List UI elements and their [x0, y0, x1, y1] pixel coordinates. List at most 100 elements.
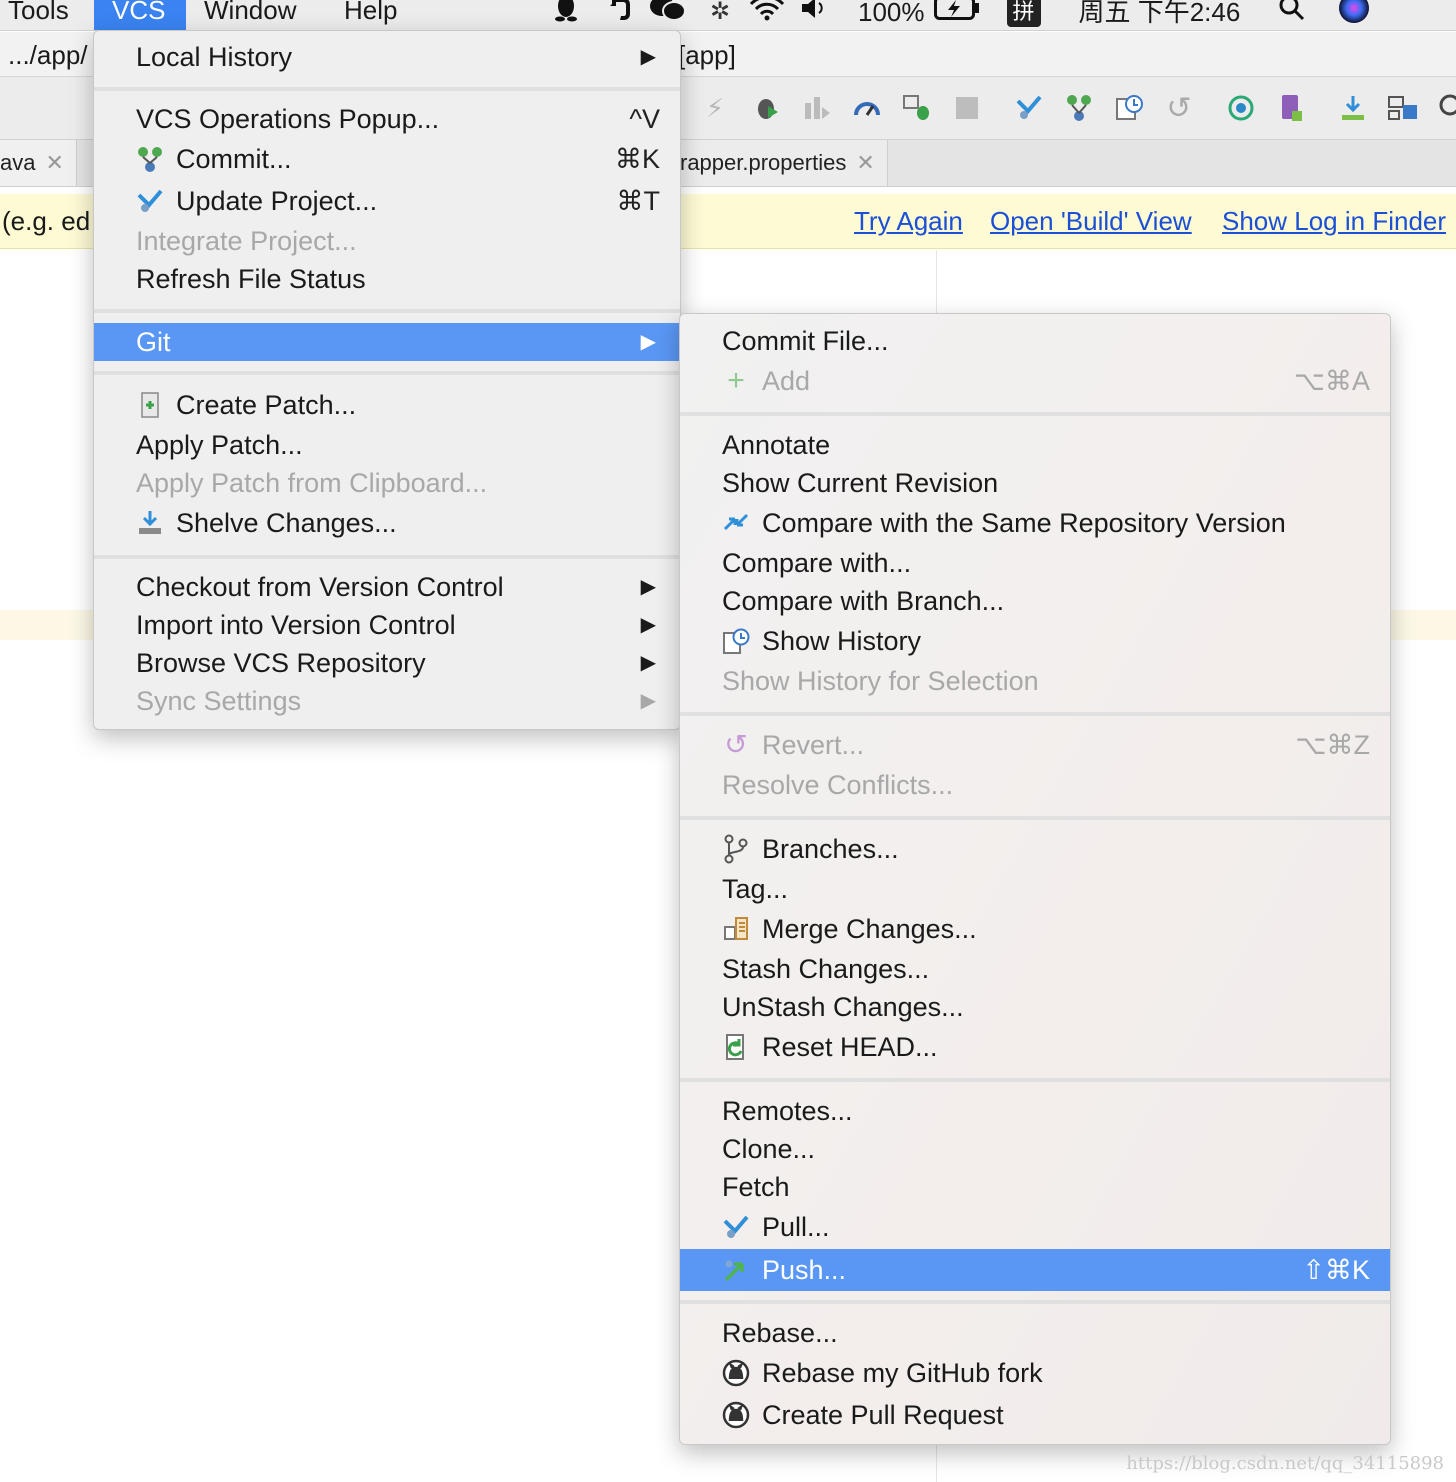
add-icon: +	[727, 364, 745, 397]
menu-item-shelve-changes[interactable]: Shelve Changes...	[94, 503, 680, 543]
menu-item-stash-changes[interactable]: Stash Changes...	[680, 949, 1390, 989]
menu-item-fetch[interactable]: Fetch	[680, 1167, 1390, 1207]
close-tab-icon[interactable]: ✕	[856, 150, 874, 175]
menu-item-reset-head[interactable]: Reset HEAD...	[680, 1027, 1390, 1067]
menu-window[interactable]: Window	[186, 0, 314, 30]
input-method-icon[interactable]: 拼	[1006, 0, 1041, 27]
search-everywhere-icon[interactable]	[1436, 91, 1456, 125]
menu-item-refresh-file-status[interactable]: Refresh File Status	[94, 259, 680, 299]
menu-item-import-vcs[interactable]: Import into Version Control ▶	[94, 605, 680, 645]
vcs-menu: Local History ▶ VCS Operations Popup... ^V…	[93, 30, 681, 730]
project-structure-icon[interactable]	[1386, 91, 1420, 125]
tray-icons: ✲ 100% 拼 周五 下午2:46	[548, 0, 1376, 30]
coverage-icon[interactable]	[850, 91, 884, 125]
menu-tools[interactable]: Tools	[0, 0, 87, 30]
menu-item-checkout-vcs[interactable]: Checkout from Version Control ▶	[94, 567, 680, 607]
nav-module[interactable]: [app]	[678, 40, 736, 71]
push-icon	[722, 1256, 750, 1284]
branches-icon	[722, 834, 750, 864]
menu-separator	[94, 555, 680, 559]
menu-item-apply-patch[interactable]: Apply Patch...	[94, 425, 680, 465]
stop-icon[interactable]	[950, 91, 984, 125]
show-log-link[interactable]: Show Log in Finder	[1222, 206, 1446, 237]
menu-item-unstash-changes[interactable]: UnStash Changes...	[680, 987, 1390, 1027]
create-patch-icon	[136, 391, 164, 419]
menu-item-integrate-project: Integrate Project...	[136, 226, 357, 256]
wifi-icon[interactable]	[742, 0, 792, 30]
menu-item-update-project[interactable]: Update Project... ⌘T	[94, 181, 680, 221]
vcs-commit-icon[interactable]	[1062, 91, 1096, 125]
apply-changes-icon[interactable]: ⚡	[698, 91, 732, 125]
menu-separator	[94, 371, 680, 375]
profile-icon[interactable]	[800, 91, 834, 125]
volume-icon[interactable]	[792, 0, 836, 30]
menu-item-clone[interactable]: Clone...	[680, 1129, 1390, 1169]
reset-head-icon	[722, 1033, 750, 1061]
bluetooth-icon[interactable]: ✲	[698, 0, 742, 28]
tab-properties-file[interactable]: rapper.properties ✕	[668, 140, 888, 186]
tab-java-file[interactable]: ava ✕	[0, 140, 77, 186]
menu-item-push[interactable]: Push... ⇧⌘K	[680, 1249, 1390, 1291]
sdk-manager-icon[interactable]	[1336, 91, 1370, 125]
spotlight-search-icon[interactable]	[1270, 0, 1314, 31]
menu-item-show-history[interactable]: Show History	[680, 621, 1390, 661]
menu-item-rebase[interactable]: Rebase...	[680, 1313, 1390, 1353]
menu-separator	[680, 412, 1390, 416]
close-tab-icon[interactable]: ✕	[45, 150, 63, 175]
menu-item-compare-same-version[interactable]: Compare with the Same Repository Version	[680, 503, 1390, 543]
menu-item-show-current-revision[interactable]: Show Current Revision	[680, 463, 1390, 503]
github-icon	[722, 1401, 750, 1429]
menu-item-resolve-conflicts: Resolve Conflicts...	[722, 770, 954, 800]
menu-vcs[interactable]: VCS	[94, 0, 186, 30]
menu-item-git[interactable]: Git ▶	[94, 323, 680, 361]
avd-manager-icon[interactable]	[1274, 91, 1308, 125]
siri-icon[interactable]	[1332, 0, 1376, 33]
open-build-view-link[interactable]: Open 'Build' View	[990, 206, 1192, 237]
submenu-arrow-icon: ▶	[640, 690, 656, 712]
menu-help[interactable]: Help	[326, 0, 415, 30]
attach-debugger-icon[interactable]	[900, 91, 934, 125]
menu-item-commit[interactable]: Commit... ⌘K	[94, 139, 680, 179]
menu-item-commit-file[interactable]: Commit File...	[680, 321, 1390, 361]
shortcut: ⌥⌘A	[1293, 366, 1370, 396]
try-again-link[interactable]: Try Again	[854, 206, 963, 237]
clock[interactable]: 周五 下午2:46	[1079, 0, 1241, 28]
submenu-arrow-icon: ▶	[640, 652, 656, 674]
menu-item-remotes[interactable]: Remotes...	[680, 1091, 1390, 1131]
menu-item-pull[interactable]: Pull...	[680, 1207, 1390, 1247]
menu-separator	[680, 712, 1390, 716]
submenu-arrow-icon: ▶	[640, 614, 656, 636]
tab-label: rapper.properties	[680, 150, 847, 175]
menu-item-compare-with-branch[interactable]: Compare with Branch...	[680, 581, 1390, 621]
menu-item-branches[interactable]: Branches...	[680, 829, 1390, 869]
menu-item-annotate[interactable]: Annotate	[680, 425, 1390, 465]
revert-icon: ↺	[724, 729, 748, 760]
menu-separator	[680, 1300, 1390, 1304]
vcs-history-icon[interactable]	[1112, 91, 1146, 125]
menu-item-tag[interactable]: Tag...	[680, 869, 1390, 909]
menu-item-local-history[interactable]: Local History ▶	[94, 37, 680, 77]
update-project-icon	[136, 187, 164, 215]
vcs-revert-icon[interactable]: ↺	[1162, 91, 1196, 125]
evernote-icon[interactable]	[596, 0, 644, 31]
qq-penguin-icon[interactable]	[548, 0, 584, 31]
battery-icon[interactable]	[933, 0, 981, 29]
watermark: https://blog.csdn.net/qq_34115898	[1126, 1453, 1444, 1474]
menu-item-sync-settings: Sync Settings ▶	[94, 681, 680, 721]
shortcut: ^V	[629, 104, 660, 134]
vcs-update-icon[interactable]	[1012, 91, 1046, 125]
menu-item-rebase-github-fork[interactable]: Rebase my GitHub fork	[680, 1353, 1390, 1393]
sync-gradle-icon[interactable]	[1224, 91, 1258, 125]
menu-item-vcs-operations-popup[interactable]: VCS Operations Popup... ^V	[94, 99, 680, 139]
nav-path[interactable]: .../app/	[8, 40, 88, 71]
menu-item-create-patch[interactable]: Create Patch...	[94, 385, 680, 425]
menu-item-compare-with[interactable]: Compare with...	[680, 543, 1390, 583]
menu-item-create-pull-request[interactable]: Create Pull Request	[680, 1395, 1390, 1435]
wechat-icon[interactable]	[644, 0, 692, 31]
shortcut: ⌥⌘Z	[1295, 730, 1370, 760]
menu-separator	[94, 87, 680, 91]
menu-item-merge-changes[interactable]: Merge Changes...	[680, 909, 1390, 949]
menu-item-browse-vcs[interactable]: Browse VCS Repository ▶	[94, 643, 680, 683]
notification-text: (e.g. ed	[2, 206, 91, 236]
debug-icon[interactable]	[750, 91, 784, 125]
